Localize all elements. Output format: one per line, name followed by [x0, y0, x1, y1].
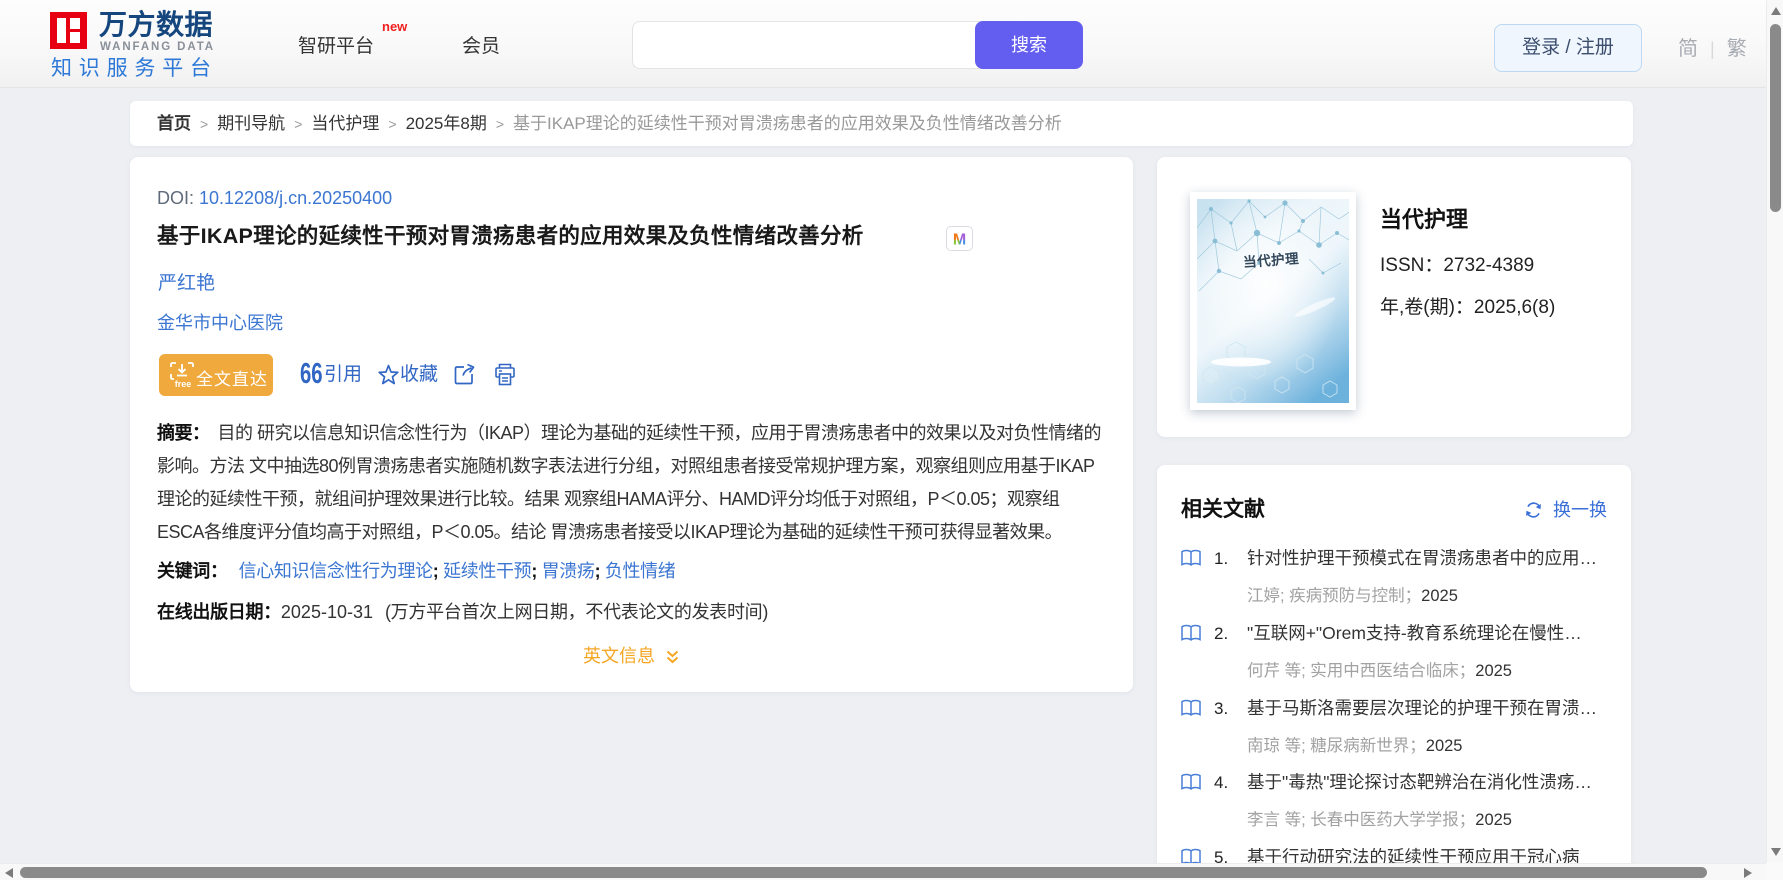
svg-text:66: 66 — [300, 358, 323, 390]
svg-text:free: free — [175, 379, 192, 389]
